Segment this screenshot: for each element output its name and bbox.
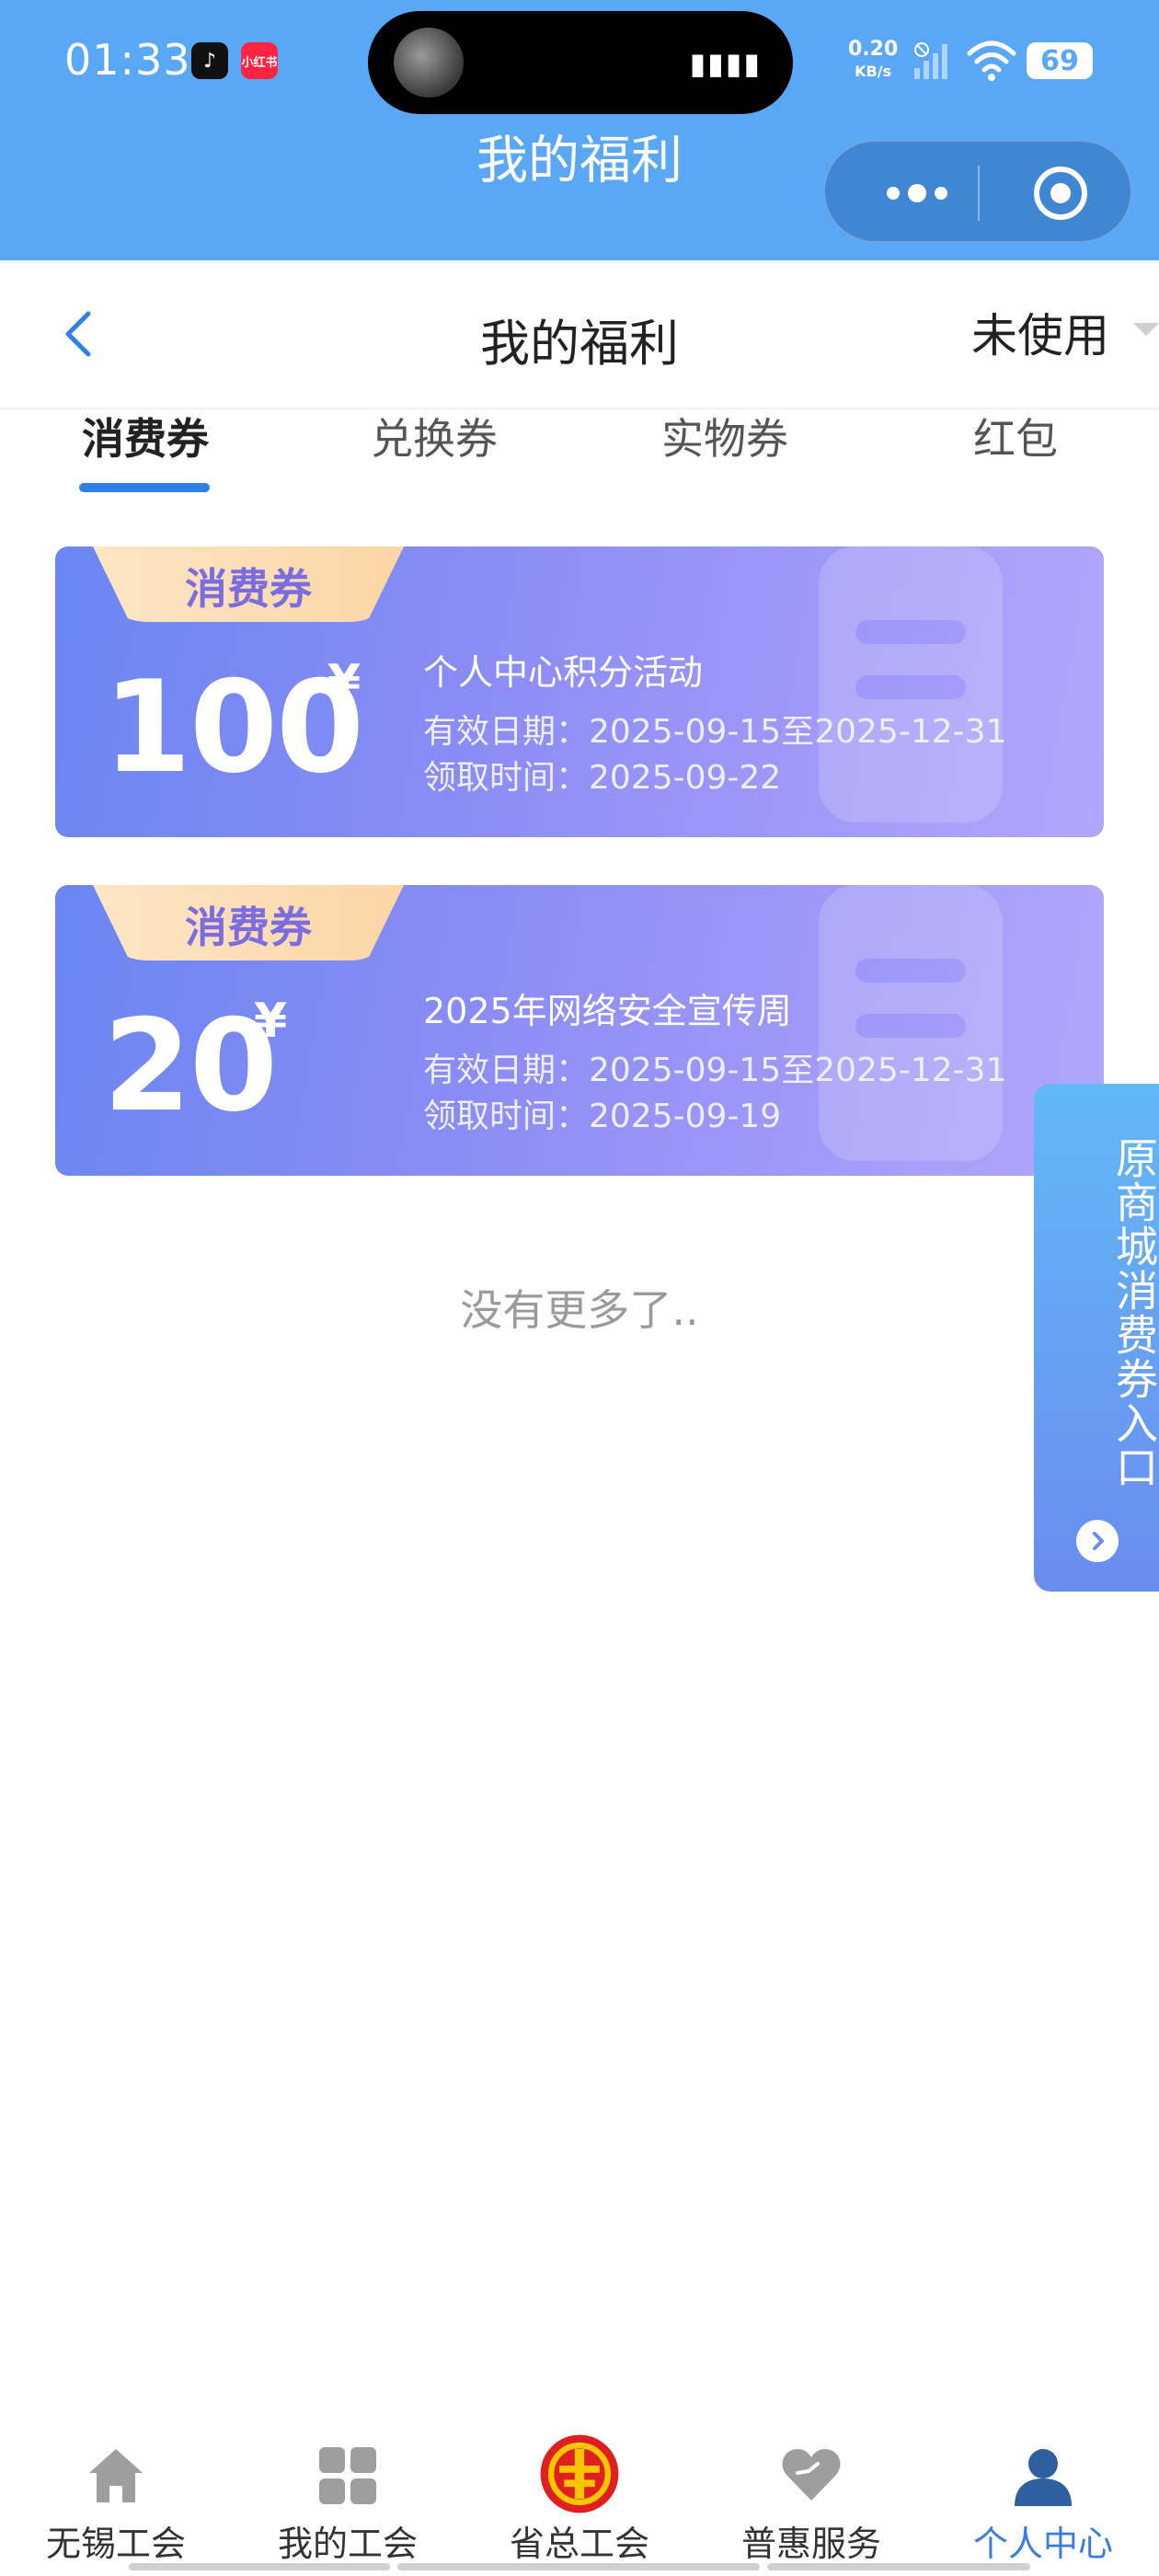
waveform-icon: ▮▮▮▮	[689, 46, 762, 81]
currency-symbol: ¥	[327, 655, 361, 710]
network-speed: 0.20 KB/s	[848, 39, 898, 83]
coupon-type-label: 消费券	[185, 564, 312, 614]
nav-label: 我的工会	[277, 2524, 418, 2564]
grid-icon	[319, 2447, 376, 2504]
coupon-amount: 20	[103, 992, 278, 1140]
capsule-divider	[978, 166, 980, 221]
ticket-watermark-icon	[819, 546, 1003, 822]
union-emblem-icon	[540, 2434, 619, 2513]
bottom-nav: 无锡工会 我的工会 省总工会 普惠服务 个人中心	[0, 2392, 1159, 2576]
signal-icon	[914, 42, 947, 79]
coupon-card[interactable]: 消费券 100 ¥ 个人中心积分活动 有效日期：2025-09-15至2025-…	[55, 546, 1104, 837]
coupon-type-label: 消费券	[185, 903, 312, 952]
coupon-received-time: 领取时间：2025-09-22	[423, 759, 782, 797]
tab-exchange-coupon[interactable]: 兑换券	[342, 409, 526, 498]
chevron-down-icon[interactable]	[1133, 323, 1159, 336]
nav-scroll-indicator	[397, 2563, 760, 2570]
top-bar: 01:33 ♪ 小红书 ▮▮▮▮ 0.20 KB/s 69 我的福利	[0, 0, 1159, 260]
coupon-activity: 个人中心积分活动	[423, 652, 704, 693]
network-speed-value: 0.20	[848, 38, 899, 61]
dynamic-island: ▮▮▮▮	[368, 11, 793, 114]
coupon-amount: 100	[103, 653, 364, 801]
miniprogram-capsule	[823, 140, 1132, 243]
list-end-text: 没有更多了..	[460, 1285, 699, 1335]
nav-label: 无锡工会	[45, 2524, 186, 2564]
active-tab-indicator	[79, 483, 210, 492]
coupon-valid-period: 有效日期：2025-09-15至2025-12-31	[423, 1052, 1007, 1089]
nav-scroll-indicator	[767, 2563, 1030, 2570]
nav-item-personal-center[interactable]: 个人中心	[933, 2392, 1153, 2576]
battery-indicator: 69	[1027, 42, 1093, 79]
nav-item-wuxi-union[interactable]: 无锡工会	[6, 2392, 226, 2576]
coupon-activity: 2025年网络安全宣传周	[423, 991, 792, 1031]
network-speed-unit: KB/s	[855, 63, 892, 80]
nav-item-provincial-union[interactable]: 省总工会	[469, 2392, 690, 2576]
tab-red-packet[interactable]: 红包	[924, 409, 1107, 498]
status-filter-dropdown[interactable]: 未使用	[971, 299, 1109, 365]
heart-icon	[782, 2449, 841, 2501]
wifi-icon	[967, 40, 1016, 81]
page-header: 我的福利 未使用	[0, 260, 1159, 409]
close-miniprogram-icon[interactable]	[1029, 162, 1092, 224]
chevron-right-icon	[1076, 1520, 1119, 1562]
currency-symbol: ¥	[254, 994, 288, 1049]
coupon-valid-period: 有效日期：2025-09-15至2025-12-31	[423, 713, 1007, 751]
status-time: 01:33	[64, 35, 191, 85]
nav-item-my-union[interactable]: 我的工会	[237, 2392, 458, 2576]
legacy-mall-coupon-entry[interactable]: 原商城消费券入口	[1034, 1084, 1159, 1592]
ticket-watermark-icon	[819, 885, 1003, 1161]
nav-label: 省总工会	[509, 2524, 649, 2564]
coupon-received-time: 领取时间：2025-09-19	[423, 1098, 782, 1135]
media-thumbnail-icon	[394, 28, 464, 98]
legacy-mall-coupon-label: 原商城消费券入口	[1109, 1136, 1159, 1489]
music-app-icon: ♪	[191, 42, 228, 79]
nav-label: 普惠服务	[740, 2524, 881, 2564]
coupon-card[interactable]: 消费券 20 ¥ 2025年网络安全宣传周 有效日期：2025-09-15至20…	[55, 885, 1104, 1176]
person-icon	[1015, 2449, 1072, 2506]
more-options-icon[interactable]	[880, 177, 954, 210]
nav-label: 个人中心	[972, 2524, 1113, 2564]
nav-scroll-indicator	[129, 2563, 390, 2570]
coupon-tabs: 消费券 兑换券 实物券 红包	[0, 409, 1159, 501]
home-icon	[89, 2449, 143, 2502]
nav-item-benefit-service[interactable]: 普惠服务	[701, 2392, 922, 2576]
xiaohongshu-icon: 小红书	[241, 42, 278, 79]
tab-physical-coupon[interactable]: 实物券	[633, 409, 817, 498]
